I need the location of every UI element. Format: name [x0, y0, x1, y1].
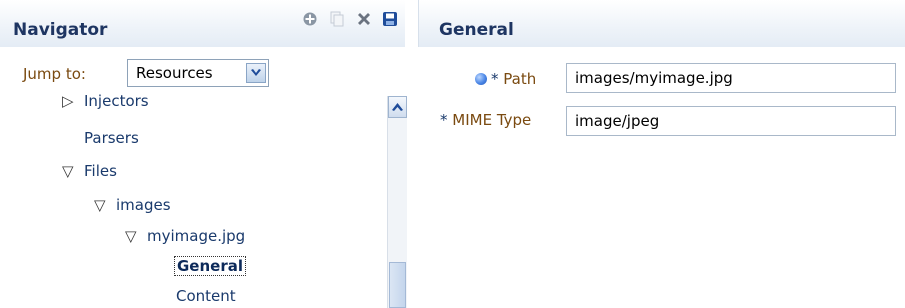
tree-node-files[interactable]: ▽ Files	[62, 162, 117, 180]
mime-type-input[interactable]	[566, 106, 896, 136]
chevron-up-icon	[392, 103, 403, 111]
tree-node-myimage[interactable]: ▽ myimage.jpg	[125, 227, 245, 245]
copy-icon[interactable]	[328, 10, 346, 28]
navigator-title: Navigator	[13, 20, 108, 40]
jump-to-value: Resources	[136, 64, 213, 82]
collapse-icon[interactable]: ▽	[94, 196, 116, 214]
navigator-header: Navigator	[0, 0, 405, 47]
collapse-icon[interactable]: ▽	[125, 227, 147, 245]
path-label: Path	[503, 70, 537, 88]
save-icon[interactable]	[381, 10, 399, 28]
tree-node-content[interactable]: Content	[176, 287, 236, 305]
tree-node-general[interactable]: General	[174, 256, 246, 276]
general-title: General	[439, 20, 514, 40]
scroll-up-button[interactable]	[388, 96, 407, 118]
path-input[interactable]	[566, 63, 896, 93]
expand-icon[interactable]: ▷	[62, 92, 84, 110]
path-label-row: * Path	[475, 70, 536, 88]
add-icon[interactable]	[301, 10, 319, 28]
delete-icon[interactable]	[355, 10, 373, 28]
tree-node-parsers[interactable]: Parsers	[84, 129, 139, 147]
navigator-tree: ▷ Injectors Parsers ▽ Files ▽ images ▽ myima…	[0, 88, 380, 308]
jump-to-select[interactable]: Resources	[127, 59, 269, 87]
info-indicator-icon	[475, 73, 487, 85]
general-header: General	[418, 0, 905, 47]
required-mark: *	[440, 111, 448, 129]
mime-label-row: * MIME Type	[440, 111, 531, 129]
jump-to-label: Jump to:	[23, 65, 86, 83]
tree-scrollbar[interactable]	[387, 96, 407, 308]
required-mark: *	[491, 70, 499, 88]
collapse-icon[interactable]: ▽	[62, 162, 84, 180]
tree-node-images[interactable]: ▽ images	[94, 196, 171, 214]
dropdown-button[interactable]	[246, 63, 266, 83]
scroll-thumb[interactable]	[389, 262, 406, 308]
mime-type-label: MIME Type	[452, 111, 532, 129]
tree-node-injectors[interactable]: ▷ Injectors	[62, 92, 149, 110]
chevron-down-icon	[251, 69, 261, 76]
